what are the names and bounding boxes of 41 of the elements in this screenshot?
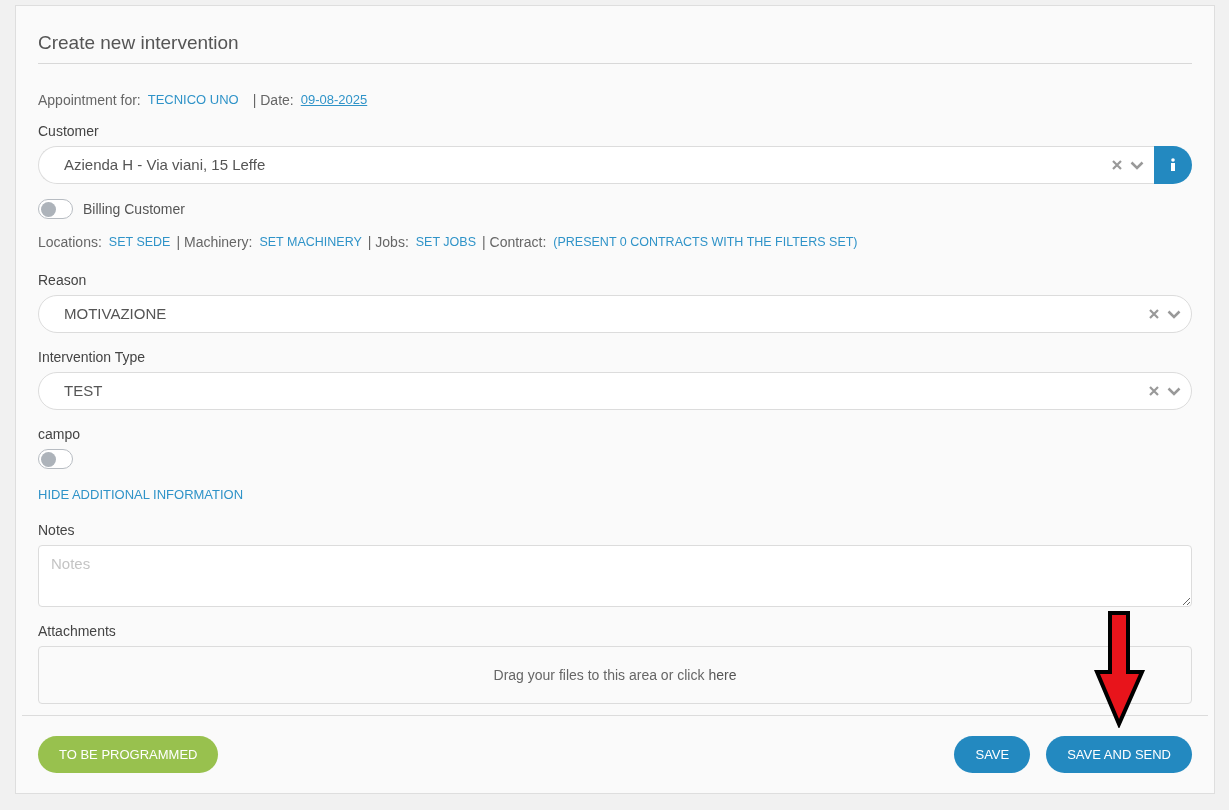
set-link[interactable]: SET SEDE: [108, 233, 171, 251]
hide-info-link[interactable]: HIDE ADDITIONAL INFORMATION: [38, 487, 244, 502]
toggle-switch[interactable]: [38, 199, 73, 219]
clear-icon[interactable]: [1149, 309, 1159, 319]
form-title: Create new intervention: [38, 32, 239, 53]
info-icon: [1170, 158, 1176, 172]
action-button[interactable]: SAVE AND SEND: [1046, 736, 1192, 773]
toggle-label: Billing Customer: [83, 200, 185, 218]
select-field[interactable]: MOTIVAZIONE: [38, 295, 1192, 333]
field-label: Customer: [38, 123, 99, 139]
chevron-down-icon[interactable]: [1167, 386, 1181, 396]
action-button[interactable]: TO BE PROGRAMMED: [38, 736, 219, 773]
link-row-label: | Contract:: [482, 233, 547, 251]
field-label: Attachments: [38, 623, 116, 639]
link-row-label: Locations:: [38, 233, 102, 251]
notes-field[interactable]: Notes: [38, 545, 1192, 607]
upload-link[interactable]: here: [708, 666, 737, 684]
technician-link[interactable]: TECNICO UNO: [147, 91, 239, 109]
date-label: | Date:: [252, 91, 294, 109]
chevron-down-icon[interactable]: [1130, 160, 1144, 170]
link-row-label: | Jobs:: [367, 233, 409, 251]
file-drop-zone[interactable]: Drag your files to this area or click here: [38, 646, 1192, 704]
chevron-down-icon[interactable]: [1167, 309, 1181, 319]
set-link[interactable]: (PRESENT 0 CONTRACTS WITH THE FILTERS SET): [553, 233, 858, 251]
field-label: Intervention Type: [38, 349, 146, 365]
clear-icon[interactable]: [1112, 160, 1122, 170]
field-label: Reason: [38, 272, 87, 288]
select-field[interactable]: TEST: [38, 372, 1192, 410]
link-row-label: | Machinery:: [176, 233, 253, 251]
toggle-switch[interactable]: [38, 449, 73, 469]
field-label: campo: [38, 426, 81, 442]
drop-zone-text: Drag your files to this area or click: [493, 666, 705, 684]
date-link[interactable]: 09-08-2025: [300, 91, 368, 109]
info-button[interactable]: [1154, 146, 1192, 184]
set-link[interactable]: SET MACHINERY: [259, 233, 362, 251]
field-label: Notes: [38, 522, 75, 538]
action-button[interactable]: SAVE: [954, 736, 1031, 773]
set-link[interactable]: SET JOBS: [415, 233, 476, 251]
select-field[interactable]: Azienda H - Via viani, 15 Leffe: [38, 146, 1154, 184]
appointment-label: Appointment for:: [38, 91, 141, 109]
clear-icon[interactable]: [1149, 386, 1159, 396]
